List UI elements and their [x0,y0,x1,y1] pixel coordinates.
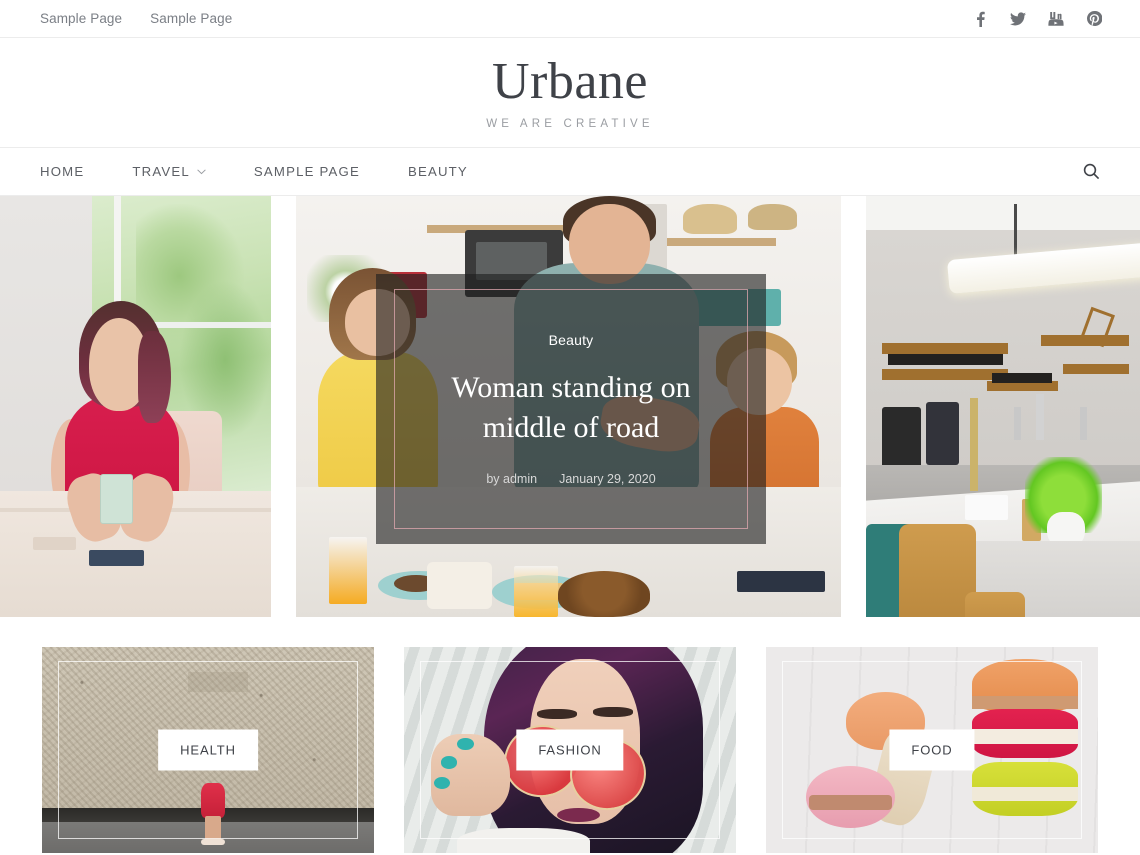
featured-post-date: January 29, 2020 [559,471,656,486]
slider-slide-featured[interactable]: Beauty Woman standing on middle of road … [296,196,841,617]
search-toggle-button[interactable] [1078,159,1104,185]
featured-slider: Beauty Woman standing on middle of road … [0,196,1140,617]
category-label-health[interactable]: HEALTH [158,729,258,771]
top-bar-links: Sample Page Sample Page [40,11,232,26]
site-branding: Urbane WE ARE CREATIVE [0,38,1140,148]
slider-slide-right[interactable] [866,196,1140,617]
nav-item-label: SAMPLE PAGE [253,164,360,179]
category-label-fashion[interactable]: FASHION [516,729,624,771]
nav-item-home[interactable]: HOME [40,164,84,179]
pinterest-icon[interactable] [1086,11,1102,27]
category-card-fashion[interactable]: FASHION [404,647,736,853]
twitter-icon[interactable] [1010,11,1026,27]
site-title[interactable]: Urbane [492,54,648,110]
featured-post-overlay: Beauty Woman standing on middle of road … [376,274,766,544]
top-bar: Sample Page Sample Page [0,0,1140,38]
category-label-food[interactable]: FOOD [889,729,975,771]
facebook-icon[interactable] [972,11,988,27]
topbar-link-sample-page-2[interactable]: Sample Page [150,11,232,26]
main-navigation: HOME TRAVEL SAMPLE PAGE BEAUTY [0,148,1140,196]
featured-post-category[interactable]: Beauty [549,332,594,348]
featured-post-author[interactable]: by admin [486,472,537,486]
nav-item-label: BEAUTY [407,164,468,179]
chevron-down-icon [197,168,206,174]
category-cards: HEALTH FASHION FOOD [0,617,1140,853]
youtube-icon[interactable] [1048,11,1064,27]
nav-item-label: TRAVEL [132,164,190,179]
nav-items: HOME TRAVEL SAMPLE PAGE BEAUTY [40,164,468,179]
featured-post-title[interactable]: Woman standing on middle of road [416,368,726,448]
slide-image-modern-kitchen [866,196,1140,617]
category-card-health[interactable]: HEALTH [42,647,374,853]
search-icon [1083,163,1099,180]
site-tagline: WE ARE CREATIVE [486,118,654,131]
nav-item-beauty[interactable]: BEAUTY [408,164,468,179]
nav-item-sample-page[interactable]: SAMPLE PAGE [254,164,360,179]
nav-item-label: HOME [40,164,85,179]
slide-image-woman-phone [0,196,271,617]
featured-post-meta: by admin January 29, 2020 [486,472,655,486]
topbar-link-sample-page-1[interactable]: Sample Page [40,11,122,26]
slider-slide-left[interactable] [0,196,271,617]
category-card-food[interactable]: FOOD [766,647,1098,853]
social-links [972,11,1102,27]
nav-item-travel[interactable]: TRAVEL [132,164,206,179]
